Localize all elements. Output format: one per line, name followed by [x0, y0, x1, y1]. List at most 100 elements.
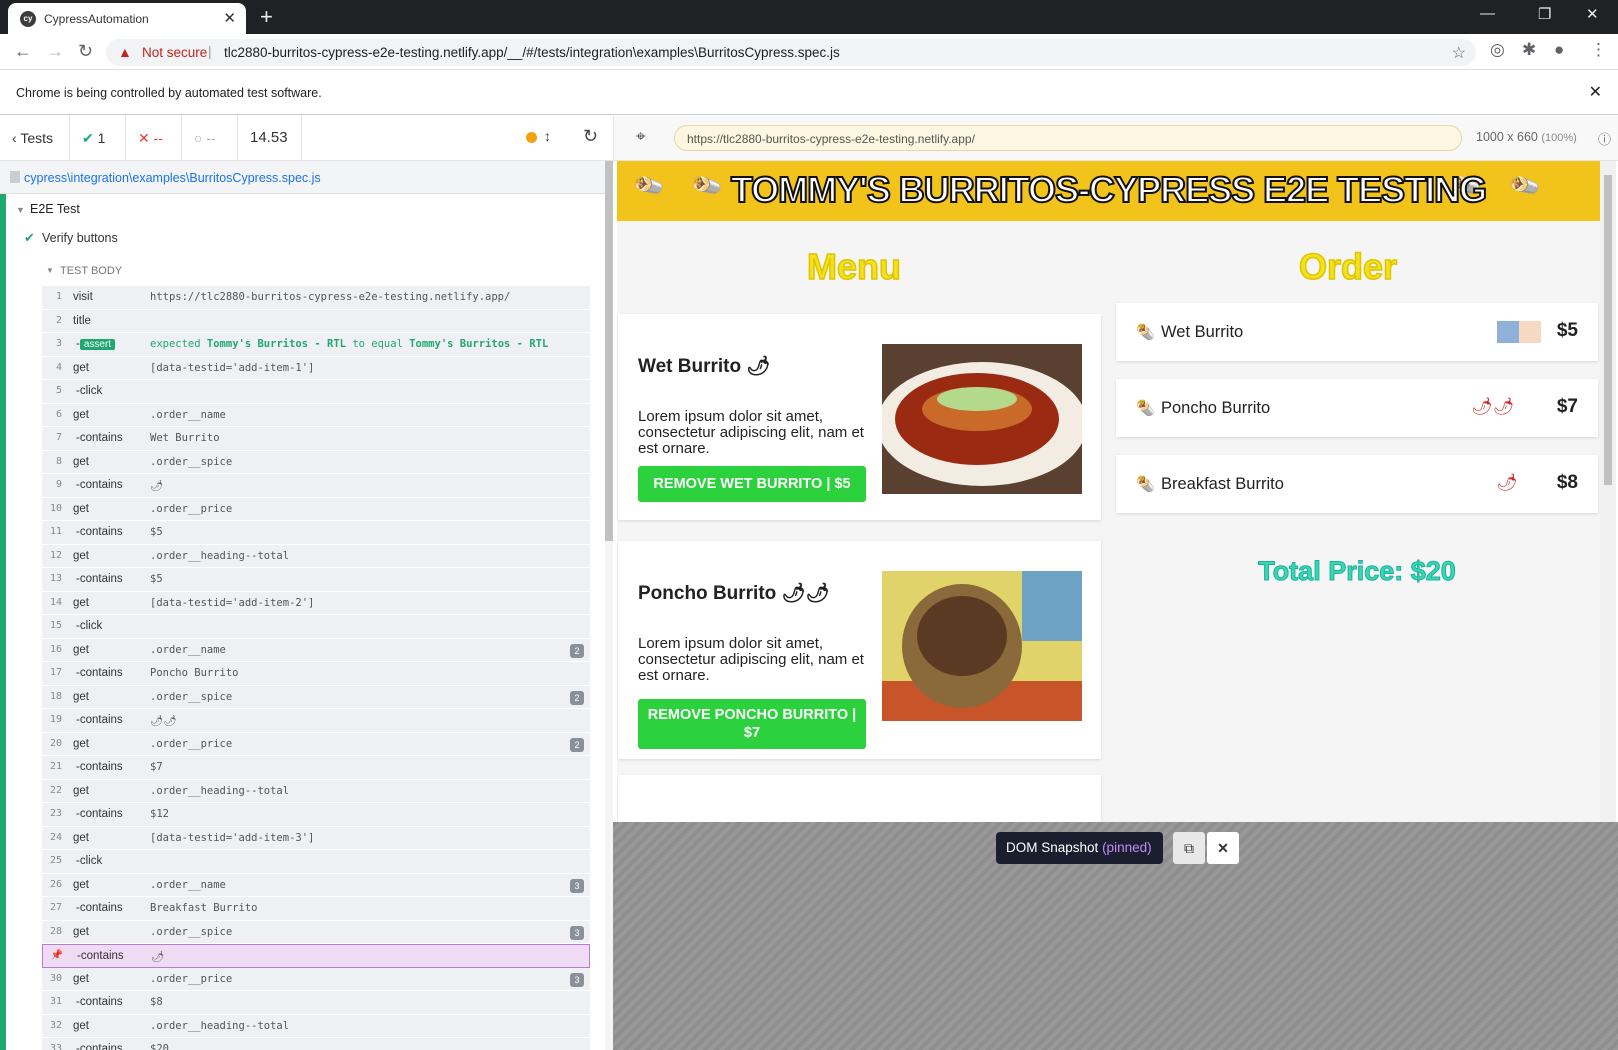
remove-poncho-burrito-button[interactable]: REMOVE PONCHO BURRITO | $7: [638, 699, 866, 749]
test-title[interactable]: Verify buttons: [42, 231, 118, 245]
close-window-icon[interactable]: ✕: [1586, 5, 1599, 23]
command-row[interactable]: 20 get .order__price 2: [42, 732, 590, 756]
spec-path-link[interactable]: cypress\integration\examples\BurritosCyp…: [24, 171, 321, 185]
command-row[interactable]: 32 get .order__heading--total: [42, 1014, 590, 1038]
command-name: -contains: [76, 526, 123, 538]
restore-icon[interactable]: ❐: [1538, 5, 1551, 23]
command-row[interactable]: 16 get .order__name 2: [42, 638, 590, 662]
reload-icon[interactable]: ↻: [78, 41, 93, 62]
bookmark-star-icon[interactable]: ☆: [1452, 43, 1466, 63]
command-row[interactable]: 22 get .order__heading--total: [42, 779, 590, 803]
caret-down-icon[interactable]: ▼: [16, 205, 25, 215]
tests-button[interactable]: ‹ Tests: [0, 116, 70, 160]
remove-wet-burrito-button[interactable]: REMOVE WET BURRITO | $5: [638, 466, 866, 502]
command-row[interactable]: 10 get .order__price: [42, 497, 590, 521]
aut-scroll-thumb[interactable]: [1604, 175, 1612, 485]
command-row[interactable]: 23 -contains $12: [42, 803, 590, 827]
order-item-name: Wet Burrito: [1161, 323, 1244, 341]
cypress-extension-icon[interactable]: ◎: [1490, 40, 1505, 60]
command-row[interactable]: 1 visit https://tlc2880-burritos-cypress-e…: [42, 286, 590, 310]
command-row[interactable]: 15 -click: [42, 615, 590, 639]
element-count-badge: 2: [570, 690, 584, 705]
command-row[interactable]: 25 -click: [42, 850, 590, 874]
command-number: 9: [55, 479, 62, 490]
scroll-toggle-icon[interactable]: ↕: [544, 128, 551, 144]
command-message: .order__name: [150, 643, 226, 656]
command-row[interactable]: 12 get .order__heading--total: [42, 544, 590, 568]
command-message: [data-testid='add-item-1']: [150, 361, 315, 374]
command-row[interactable]: 9 -contains 🌶: [42, 474, 590, 498]
command-row[interactable]: 8 get .order__spice: [42, 450, 590, 474]
order-item-name: Breakfast Burrito: [1161, 475, 1284, 493]
aut-scrollbar[interactable]: [1600, 161, 1616, 822]
command-number: 3: [55, 338, 62, 349]
command-row[interactable]: 📌 -contains 🌶: [42, 944, 590, 968]
command-row[interactable]: 30 get .order__price 3: [42, 967, 590, 991]
command-row[interactable]: 19 -contains 🌶🌶: [42, 709, 590, 733]
automation-message: Chrome is being controlled by automated …: [16, 86, 322, 100]
menu-kebab-icon[interactable]: ⋮: [1590, 40, 1607, 60]
command-row[interactable]: 18 get .order__spice 2: [42, 685, 590, 709]
command-message: Wet Burrito: [150, 432, 220, 444]
order-heading: Order: [1298, 245, 1398, 288]
command-number: 23: [49, 808, 62, 819]
command-number: 20: [49, 737, 62, 749]
command-message: .order__heading--total: [150, 549, 290, 562]
command-number: 18: [49, 690, 62, 702]
info-icon[interactable]: ⓘ: [1598, 129, 1611, 148]
selector-playground-icon[interactable]: ⌖: [636, 127, 646, 147]
browser-tab[interactable]: cy CypressAutomation ✕: [8, 3, 246, 34]
command-row[interactable]: 21 -contains $7: [42, 756, 590, 780]
command-row[interactable]: 5 -click: [42, 380, 590, 404]
command-row[interactable]: 13 -contains $5: [42, 568, 590, 592]
command-row[interactable]: 2 title: [42, 309, 590, 333]
highlight-toggle-icon[interactable]: ⧉: [1173, 832, 1205, 864]
command-row[interactable]: 24 get [data-testid='add-item-3']: [42, 826, 590, 850]
suite-title[interactable]: E2E Test: [30, 202, 80, 216]
profile-icon[interactable]: ●: [1554, 40, 1564, 60]
chili-icon: 🌶🌶: [781, 583, 830, 604]
runner-scrollbar[interactable]: [605, 161, 613, 1050]
menu-item-name-text: Wet Burrito: [638, 356, 742, 377]
menu-item-name-text: Poncho Burrito: [638, 583, 777, 604]
command-name: -contains: [76, 996, 123, 1008]
command-row[interactable]: 3 - assert expected Tommy's Burritos - RTL …: [42, 333, 590, 357]
command-row[interactable]: 27 -contains Breakfast Burrito: [42, 897, 590, 921]
command-row[interactable]: 7 -contains Wet Burrito: [42, 427, 590, 451]
command-row[interactable]: 31 -contains $8: [42, 991, 590, 1015]
extensions-puzzle-icon[interactable]: ✱: [1522, 40, 1536, 60]
command-row[interactable]: 6 get .order__name: [42, 403, 590, 427]
close-tab-icon[interactable]: ✕: [223, 9, 236, 27]
new-tab-button[interactable]: +: [260, 4, 273, 30]
viewport-size: 1000 x 660 (100%): [1476, 130, 1577, 144]
caret-down-icon[interactable]: ▼: [46, 266, 54, 275]
viewport-dims: 1000 x 660: [1476, 130, 1538, 144]
command-number: 22: [49, 784, 62, 796]
command-number: 28: [49, 925, 62, 937]
passed-count: ✔ 1: [70, 116, 126, 160]
command-row[interactable]: 33 -contains $20: [42, 1038, 590, 1050]
runner-scroll-thumb[interactable]: [605, 161, 613, 541]
forward-icon[interactable]: →: [46, 41, 64, 62]
command-number: 6: [55, 408, 62, 420]
address-bar[interactable]: ▲ Not secure | tlc2880-burritos-cypress-…: [106, 39, 1476, 66]
minimize-icon[interactable]: —: [1480, 5, 1495, 22]
command-list: 1 visit https://tlc2880-burritos-cypress-e…: [42, 286, 590, 1050]
command-row[interactable]: 14 get [data-testid='add-item-2']: [42, 591, 590, 615]
command-number: 17: [49, 667, 62, 678]
aut-url: https://tlc2880-burritos-cypress-e2e-tes…: [674, 125, 1462, 151]
command-row[interactable]: 11 -contains $5: [42, 521, 590, 545]
rerun-icon[interactable]: ↻: [583, 126, 598, 147]
url-text: tlc2880-burritos-cypress-e2e-testing.net…: [224, 45, 840, 60]
command-row[interactable]: 28 get .order__spice 3: [42, 920, 590, 944]
close-infobar-icon[interactable]: ✕: [1589, 82, 1602, 102]
command-row[interactable]: 17 -contains Poncho Burrito: [42, 662, 590, 686]
command-number: 8: [55, 455, 62, 467]
command-row[interactable]: 26 get .order__name 3: [42, 873, 590, 897]
back-icon[interactable]: ←: [14, 41, 32, 62]
command-name: -contains: [76, 902, 123, 914]
unpin-snapshot-icon[interactable]: ✕: [1207, 832, 1239, 864]
burrito-icon: 🌯: [1136, 324, 1155, 341]
command-row[interactable]: 4 get [data-testid='add-item-1']: [42, 356, 590, 380]
command-name: get: [73, 831, 89, 844]
